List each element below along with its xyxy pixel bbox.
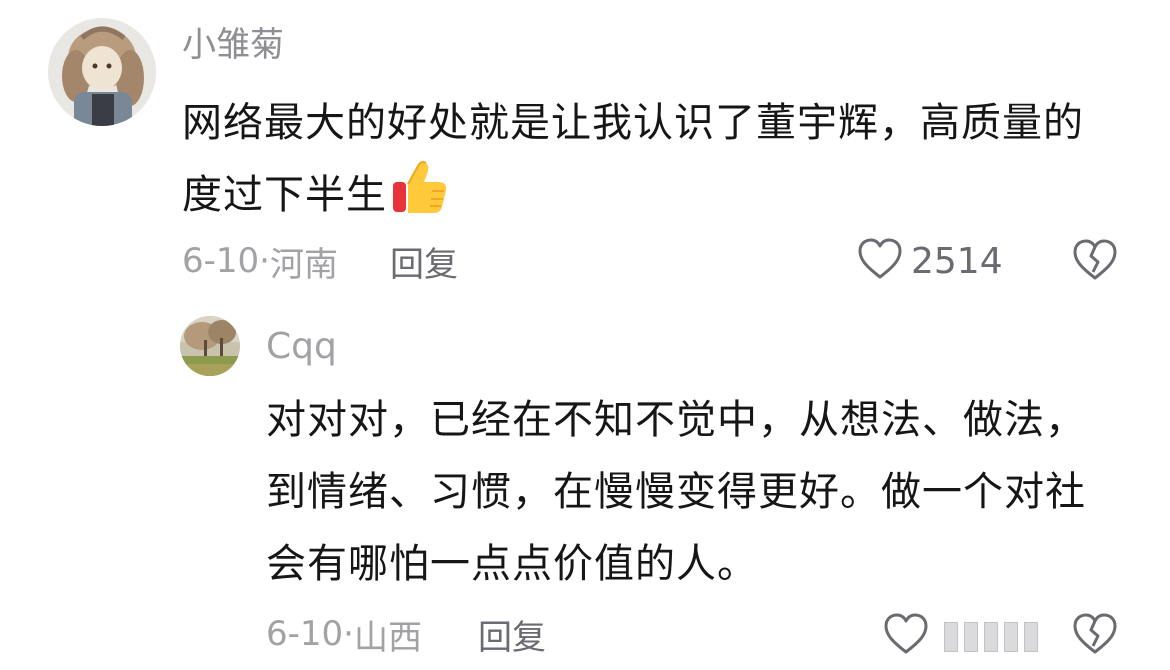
like-button[interactable]: 2514 xyxy=(857,236,1003,286)
comment-text-body: 网络最大的好处就是让我认识了董宇辉，高质量的度过下半生 xyxy=(182,100,1084,218)
broken-heart-icon xyxy=(1072,613,1118,660)
reply-location: 山西 xyxy=(353,617,422,658)
meta-separator: · xyxy=(343,614,354,654)
reply-meta: 6-10 · 山西 回复 xyxy=(266,608,546,660)
heart-icon xyxy=(883,613,929,660)
reply-avatar[interactable] xyxy=(180,316,240,376)
comment-date: 6-10 xyxy=(182,241,260,281)
broken-heart-icon xyxy=(1072,239,1118,286)
like-count: 2514 xyxy=(911,240,1003,282)
reply-button[interactable]: 回复 xyxy=(390,237,458,286)
meta-separator: · xyxy=(259,241,270,281)
avatar[interactable] xyxy=(48,18,156,126)
dislike-button[interactable] xyxy=(1072,238,1118,284)
reply-username[interactable]: Cqq xyxy=(266,322,337,372)
reply-dislike-button[interactable] xyxy=(1072,612,1118,658)
heart-icon xyxy=(857,237,903,285)
thumbs-up-icon xyxy=(391,158,449,238)
reply-date: 6-10 xyxy=(266,614,344,654)
reply-reply-button[interactable]: 回复 xyxy=(478,610,546,659)
reply-text: 对对对，已经在不知不觉中，从想法、做法，到情绪、习惯，在慢慢变得更好。做一个对社… xyxy=(266,397,1086,587)
comment-text: 网络最大的好处就是让我认识了董宇辉，高质量的度过下半生 xyxy=(182,88,1122,238)
comment-location: 河南 xyxy=(269,244,338,285)
comment-thread: 小雏菊 网络最大的好处就是让我认识了董宇辉，高质量的度过下半生 6-10 · 河南 … xyxy=(0,0,1170,670)
comment-username[interactable]: 小雏菊 xyxy=(182,20,284,70)
comment-meta: 6-10 · 河南 回复 xyxy=(182,236,458,286)
watermark-overlay xyxy=(944,622,1038,652)
reply-like-button[interactable] xyxy=(883,612,929,658)
